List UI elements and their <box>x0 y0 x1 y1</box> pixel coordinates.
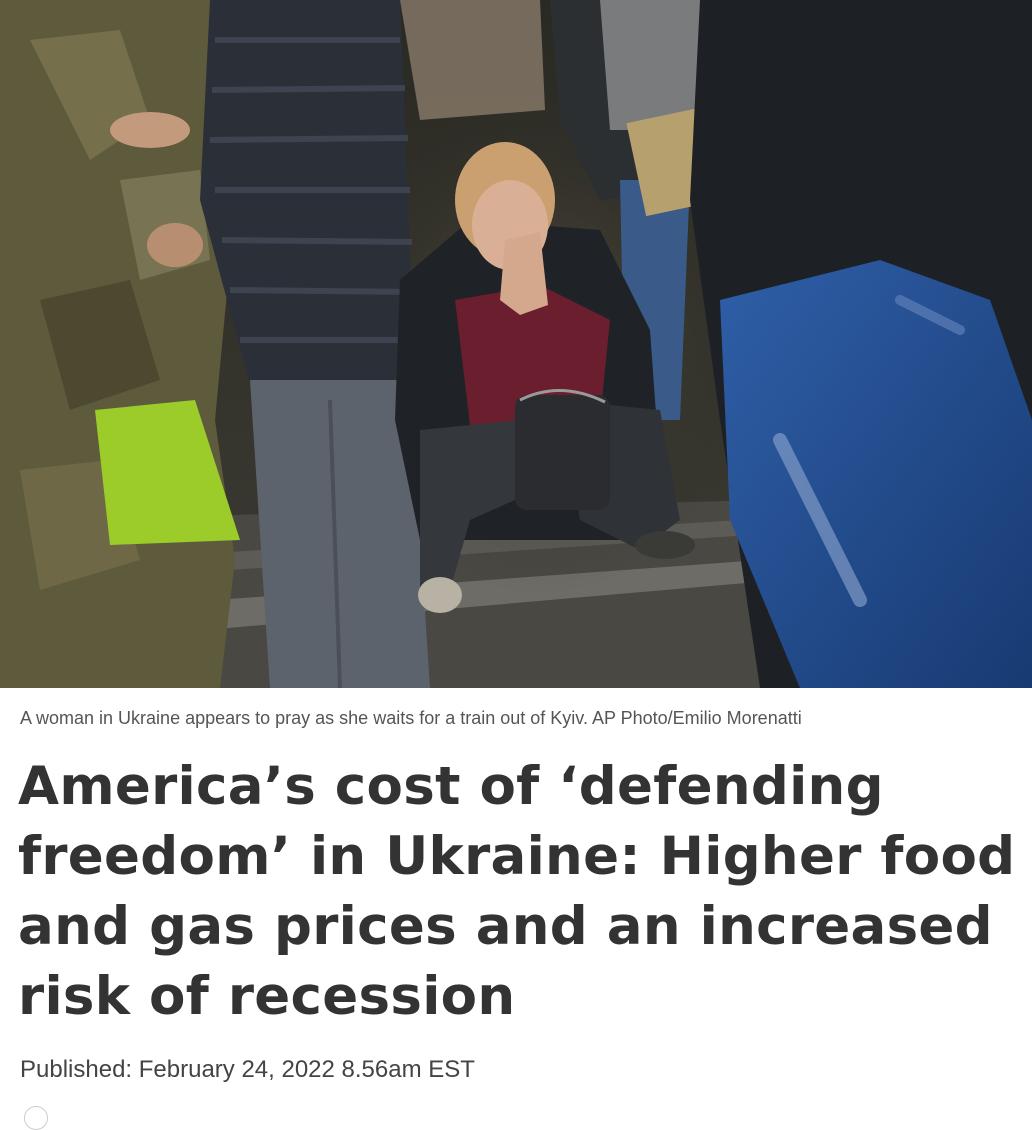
published-label: Published: <box>20 1056 133 1083</box>
published-date-line: Published: February 24, 2022 8.56am EST <box>20 1054 475 1086</box>
article-headline: America’s cost of ‘defending freedom’ in… <box>18 756 1016 1027</box>
published-date: February 24, 2022 8.56am EST <box>138 1056 475 1083</box>
photo-caption: A woman in Ukraine appears to pray as sh… <box>20 708 802 728</box>
author-avatar <box>24 1106 48 1130</box>
hero-photo <box>0 0 1032 688</box>
